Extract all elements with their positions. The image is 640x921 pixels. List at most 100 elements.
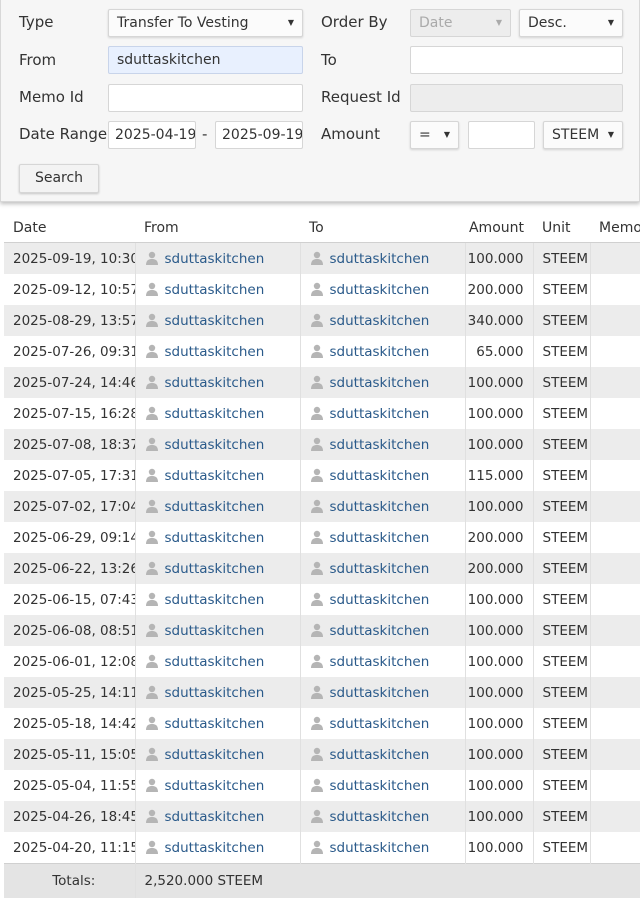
row-to-link[interactable]: sduttaskitchen xyxy=(330,654,430,670)
row-to-link[interactable]: sduttaskitchen xyxy=(330,375,430,391)
row-memo xyxy=(590,584,640,615)
row-date: 2025-07-24, 14:46 xyxy=(4,367,136,398)
from-input[interactable]: sduttaskitchen xyxy=(108,46,303,74)
order-direction-select[interactable]: Desc. ▼ xyxy=(519,9,623,37)
amount-input[interactable] xyxy=(468,121,535,149)
row-memo xyxy=(590,274,640,305)
row-from-link[interactable]: sduttaskitchen xyxy=(165,716,265,732)
row-to-link[interactable]: sduttaskitchen xyxy=(330,282,430,298)
row-to: sduttaskitchen xyxy=(300,242,466,274)
row-date: 2025-07-26, 09:31 xyxy=(4,336,136,367)
row-to-link[interactable]: sduttaskitchen xyxy=(330,499,430,515)
row-from-link[interactable]: sduttaskitchen xyxy=(165,313,265,329)
row-from-link[interactable]: sduttaskitchen xyxy=(165,623,265,639)
table-row: 2025-07-26, 09:31 sduttaskitchen sduttaski… xyxy=(4,336,640,367)
type-select[interactable]: Transfer To Vesting ▼ xyxy=(108,9,303,37)
row-to-link[interactable]: sduttaskitchen xyxy=(330,313,430,329)
row-to-link[interactable]: sduttaskitchen xyxy=(330,344,430,360)
header-date[interactable]: Date xyxy=(4,214,135,243)
search-button[interactable]: Search xyxy=(19,164,99,193)
row-to-link[interactable]: sduttaskitchen xyxy=(330,685,430,701)
row-from-link[interactable]: sduttaskitchen xyxy=(165,592,265,608)
row-from-link[interactable]: sduttaskitchen xyxy=(165,437,265,453)
row-from-link[interactable]: sduttaskitchen xyxy=(165,282,265,298)
row-from-link[interactable]: sduttaskitchen xyxy=(165,840,265,856)
row-to-link[interactable]: sduttaskitchen xyxy=(330,437,430,453)
order-by-field-value: Date xyxy=(419,15,453,31)
row-from-link[interactable]: sduttaskitchen xyxy=(165,778,265,794)
row-from: sduttaskitchen xyxy=(135,708,301,739)
row-memo xyxy=(590,770,640,801)
row-from-link[interactable]: sduttaskitchen xyxy=(165,499,265,515)
row-from-link[interactable]: sduttaskitchen xyxy=(165,561,265,577)
user-icon xyxy=(310,530,324,544)
row-to-link[interactable]: sduttaskitchen xyxy=(330,468,430,484)
row-date: 2025-04-20, 11:15 xyxy=(4,832,136,864)
row-memo xyxy=(590,242,640,274)
table-row: 2025-08-29, 13:57 sduttaskitchen sduttaski… xyxy=(4,305,640,336)
row-from-link[interactable]: sduttaskitchen xyxy=(165,406,265,422)
amount-operator-select[interactable]: = ▼ xyxy=(410,121,459,149)
table-row: 2025-06-29, 09:14 sduttaskitchen sduttaski… xyxy=(4,522,640,553)
row-memo xyxy=(590,739,640,770)
row-to-link[interactable]: sduttaskitchen xyxy=(330,251,430,267)
row-to-link[interactable]: sduttaskitchen xyxy=(330,623,430,639)
row-to-link[interactable]: sduttaskitchen xyxy=(330,809,430,825)
amount-unit-select[interactable]: STEEM ▼ xyxy=(543,121,623,149)
header-memo[interactable]: Memo xyxy=(590,214,640,243)
amount-operator-value: = xyxy=(419,127,431,143)
user-icon xyxy=(310,375,324,389)
row-unit: STEEM xyxy=(533,242,591,274)
row-from: sduttaskitchen xyxy=(135,801,301,832)
row-from-link[interactable]: sduttaskitchen xyxy=(165,251,265,267)
row-to-link[interactable]: sduttaskitchen xyxy=(330,778,430,794)
order-by-field-select[interactable]: Date ▼ xyxy=(410,9,511,37)
row-date: 2025-07-08, 18:37 xyxy=(4,429,136,460)
row-from-link[interactable]: sduttaskitchen xyxy=(165,344,265,360)
row-memo xyxy=(590,491,640,522)
table-row: 2025-09-19, 10:30 sduttaskitchen sduttaski… xyxy=(4,242,640,274)
row-from: sduttaskitchen xyxy=(135,677,301,708)
row-to-link[interactable]: sduttaskitchen xyxy=(330,406,430,422)
header-amount[interactable]: Amount xyxy=(465,214,533,243)
row-to-link[interactable]: sduttaskitchen xyxy=(330,747,430,763)
row-from-link[interactable]: sduttaskitchen xyxy=(165,809,265,825)
request-id-input[interactable] xyxy=(410,84,623,112)
from-label: From xyxy=(19,51,57,69)
row-unit: STEEM xyxy=(533,708,591,739)
row-from-link[interactable]: sduttaskitchen xyxy=(165,747,265,763)
table-row: 2025-04-26, 18:45 sduttaskitchen sduttaski… xyxy=(4,801,640,832)
row-unit: STEEM xyxy=(533,646,591,677)
memo-id-input[interactable] xyxy=(108,84,303,112)
header-to[interactable]: To xyxy=(300,214,465,243)
row-to-link[interactable]: sduttaskitchen xyxy=(330,561,430,577)
date-start-input[interactable]: 2025-04-19 xyxy=(108,121,196,149)
row-from-link[interactable]: sduttaskitchen xyxy=(165,375,265,391)
filter-panel: Type Transfer To Vesting ▼ Order By Date… xyxy=(0,0,640,202)
user-icon xyxy=(145,561,159,575)
date-end-input[interactable]: 2025-09-19 xyxy=(215,121,303,149)
totals-label: Totals: xyxy=(4,863,136,898)
row-from-link[interactable]: sduttaskitchen xyxy=(165,654,265,670)
row-from-link[interactable]: sduttaskitchen xyxy=(165,468,265,484)
user-icon xyxy=(145,685,159,699)
row-memo xyxy=(590,429,640,460)
totals-row: Totals: 2,520.000 STEEM xyxy=(4,863,640,898)
row-to-link[interactable]: sduttaskitchen xyxy=(330,592,430,608)
row-from-link[interactable]: sduttaskitchen xyxy=(165,685,265,701)
user-icon xyxy=(145,747,159,761)
row-amount: 100.000 xyxy=(465,584,534,615)
row-to-link[interactable]: sduttaskitchen xyxy=(330,840,430,856)
row-to-link[interactable]: sduttaskitchen xyxy=(330,716,430,732)
row-amount: 200.000 xyxy=(465,553,534,584)
header-from[interactable]: From xyxy=(135,214,300,243)
row-memo xyxy=(590,646,640,677)
row-date: 2025-06-29, 09:14 xyxy=(4,522,136,553)
header-unit[interactable]: Unit xyxy=(533,214,590,243)
row-to: sduttaskitchen xyxy=(300,460,466,491)
row-from-link[interactable]: sduttaskitchen xyxy=(165,530,265,546)
row-to-link[interactable]: sduttaskitchen xyxy=(330,530,430,546)
to-input[interactable] xyxy=(410,46,623,74)
row-memo xyxy=(590,708,640,739)
user-icon xyxy=(310,778,324,792)
